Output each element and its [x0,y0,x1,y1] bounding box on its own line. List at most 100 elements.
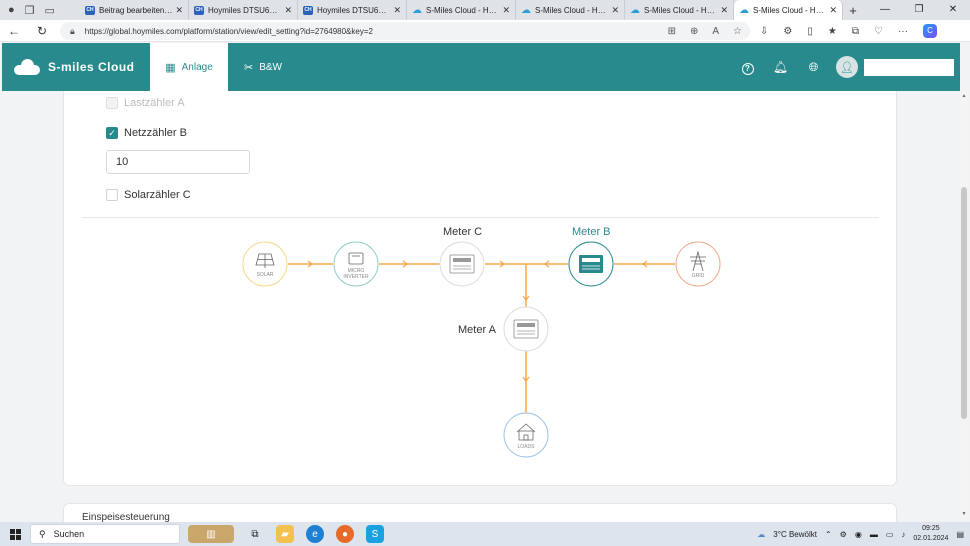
chevron-up-icon[interactable]: ⌃ [825,530,832,539]
avatar[interactable]: 👤︎ [836,56,858,78]
cloud-favicon-icon: ☁ [412,4,422,16]
close-tab-icon[interactable]: ✕ [502,5,510,16]
browser-tab[interactable]: CH Beitrag bearbeiten „H ✕ [80,0,189,20]
cloud-favicon-icon: ☁ [630,4,640,16]
cloud-favicon-icon: ☁ [739,4,749,16]
micro-inverter-node: MICRO INVERTER [333,241,379,287]
meter-a-node: Meter A [458,306,549,352]
tab-title: S-Miles Cloud - Hoym [644,5,718,15]
tab-list: CH Beitrag bearbeiten „H ✕ CH Hoymiles DTSU6… [80,0,843,20]
browser-tab[interactable]: ☁ S-Miles Cloud - Hoym ✕ [407,0,516,20]
close-tab-icon[interactable]: ✕ [284,5,292,16]
skype-icon[interactable]: S [366,525,384,543]
tray-icon-2[interactable]: ◉ [855,530,862,539]
extensions-icon[interactable]: ⚙ [783,26,792,37]
meter-c-node: Meter C [439,226,485,287]
taskbar-apps: ▥ ⧉ ▰ e ● S [188,525,384,543]
browser-toolbar-right: ⇩ ⚙ ▯ ★ ⧉ ♡ ··· C [760,20,937,42]
meter-c-label: Meter C [443,226,482,238]
close-tab-icon[interactable]: ✕ [829,5,837,16]
tray-icon-1[interactable]: ⚙ [840,530,847,539]
tab-title: Hoymiles DTSU666 Sc [208,5,281,15]
brand-logo[interactable]: S-miles Cloud [2,59,150,75]
tab-title: S-Miles Cloud - Hoym [535,5,609,15]
meter-icon [513,319,539,339]
nav-tab-bw[interactable]: ✂ B&W [228,43,298,91]
windows-taskbar: ⚲ Suchen ▥ ⧉ ▰ e ● S ☁ 3°C Bewölkt ⌃ ⚙ ◉… [0,522,970,546]
weather-text[interactable]: 3°C Bewölkt [773,530,817,539]
minimize-icon[interactable]: — [868,0,902,20]
tray-icon-3[interactable]: ▬ [870,530,878,539]
scroll-up-icon[interactable]: ▲ [960,93,968,99]
scroll-down-icon[interactable]: ▼ [960,511,968,517]
weather-icon[interactable]: ☁ [757,530,765,539]
close-tab-icon[interactable]: ✕ [720,5,728,16]
browser-tab[interactable]: ☁ S-Miles Cloud - Hoym ✕ [625,0,734,20]
widgets-icon[interactable]: ▥ [188,525,234,543]
firefox-icon[interactable]: ● [336,525,354,543]
read-aloud-icon[interactable]: A [712,26,719,37]
url-field[interactable]: 🔒︎ https://global.hoymiles.com/platform/… [60,22,750,40]
bell-icon[interactable]: 🔔︎ [764,60,797,74]
scroll-thumb[interactable] [961,187,967,419]
cloud-favicon-icon: ☁ [521,4,531,16]
back-icon[interactable]: ← [0,24,28,38]
browser-tab[interactable]: CH Hoymiles DTSU666 Sc✕ [298,0,407,20]
tab-actions-icon[interactable]: ▭ [45,4,55,17]
close-tab-icon[interactable]: ✕ [611,5,619,16]
help-icon[interactable]: ? [731,60,764,75]
collections-icon[interactable]: ⧉ [852,26,859,37]
browser-tab[interactable]: ☁ S-Miles Cloud - Hoym ✕ [516,0,625,20]
copilot-icon[interactable]: C [922,24,937,38]
header-actions: ? 🔔︎ 🌐︎ 👤︎ [731,43,960,91]
window-controls: — ❐ ✕ [868,0,970,20]
browser-tab[interactable]: CH Hoymiles DTSU666 Sc✕ [189,0,298,20]
loads-label: LOADS [518,444,536,450]
zoom-icon[interactable]: ⊕ [690,26,698,37]
volume-icon[interactable]: ♪ [901,530,905,539]
app-available-icon[interactable]: ⊞ [668,26,676,37]
edge-icon[interactable]: e [306,525,324,543]
taskbar-search[interactable]: ⚲ Suchen [30,524,180,544]
address-bar-row: ← ↻ 🔒︎ https://global.hoymiles.com/platf… [0,20,970,42]
close-window-icon[interactable]: ✕ [936,0,970,20]
tab-title: S-Miles Cloud - Hoym [753,5,827,15]
username-box[interactable] [864,58,954,76]
browser-tab[interactable]: ☁ S-Miles Cloud - Hoym ✕ [734,0,843,20]
url-actions: ⊞ ⊕ A ☆ [668,26,742,37]
split-screen-icon[interactable]: ▯ [807,26,813,37]
file-explorer-icon[interactable]: ▰ [276,525,294,543]
favorite-icon[interactable]: ☆ [733,26,742,37]
tab-title: Beitrag bearbeiten „H [99,5,173,15]
windows-start-icon[interactable] [0,528,30,540]
maximize-icon[interactable]: ❐ [902,0,936,20]
notification-icon[interactable]: ▤ [956,530,964,539]
loads-node: LOADS [503,412,549,458]
meter-icon [449,254,475,274]
network-icon[interactable]: ▭ [886,530,894,539]
workspaces-icon[interactable]: ❐ [25,4,35,17]
brand-name: S-miles Cloud [48,60,135,74]
new-tab-icon[interactable]: + [843,3,863,18]
meter-settings-card: Lastzähler A ✓ Netzzähler B 10 Solarzähl… [63,91,897,486]
reload-icon[interactable]: ↻ [28,24,56,38]
more-icon[interactable]: ··· [898,26,908,37]
page-scrollbar[interactable]: ▲ ▼ [960,91,968,519]
close-tab-icon[interactable]: ✕ [393,5,401,16]
time: 09:25 [922,525,940,532]
globe-icon[interactable]: 🌐︎ [797,60,830,75]
browser-left-icons: ● ❐ ▭ [0,4,80,17]
close-tab-icon[interactable]: ✕ [175,5,183,16]
ch-favicon-icon: CH [303,5,313,15]
task-view-icon[interactable]: ⧉ [246,525,264,543]
app-header: S-miles Cloud ▦ Anlage ✂ B&W ? 🔔︎ 🌐︎ 👤︎ [2,43,960,91]
meter-flow-diagram: SOLAR MICRO INVERTER Meter C Meter B GRI… [242,226,721,458]
nav-tab-anlage[interactable]: ▦ Anlage [150,43,228,91]
nav-tab-label: B&W [259,61,282,73]
clock[interactable]: 09:25 02.01.2024 [913,524,948,544]
browser-essentials-icon[interactable]: ♡ [874,26,883,37]
lock-icon[interactable]: 🔒︎ [70,26,75,37]
profile-icon[interactable]: ● [8,4,15,16]
favorites-icon[interactable]: ★ [828,26,837,37]
extension-icon[interactable]: ⇩ [760,26,768,37]
